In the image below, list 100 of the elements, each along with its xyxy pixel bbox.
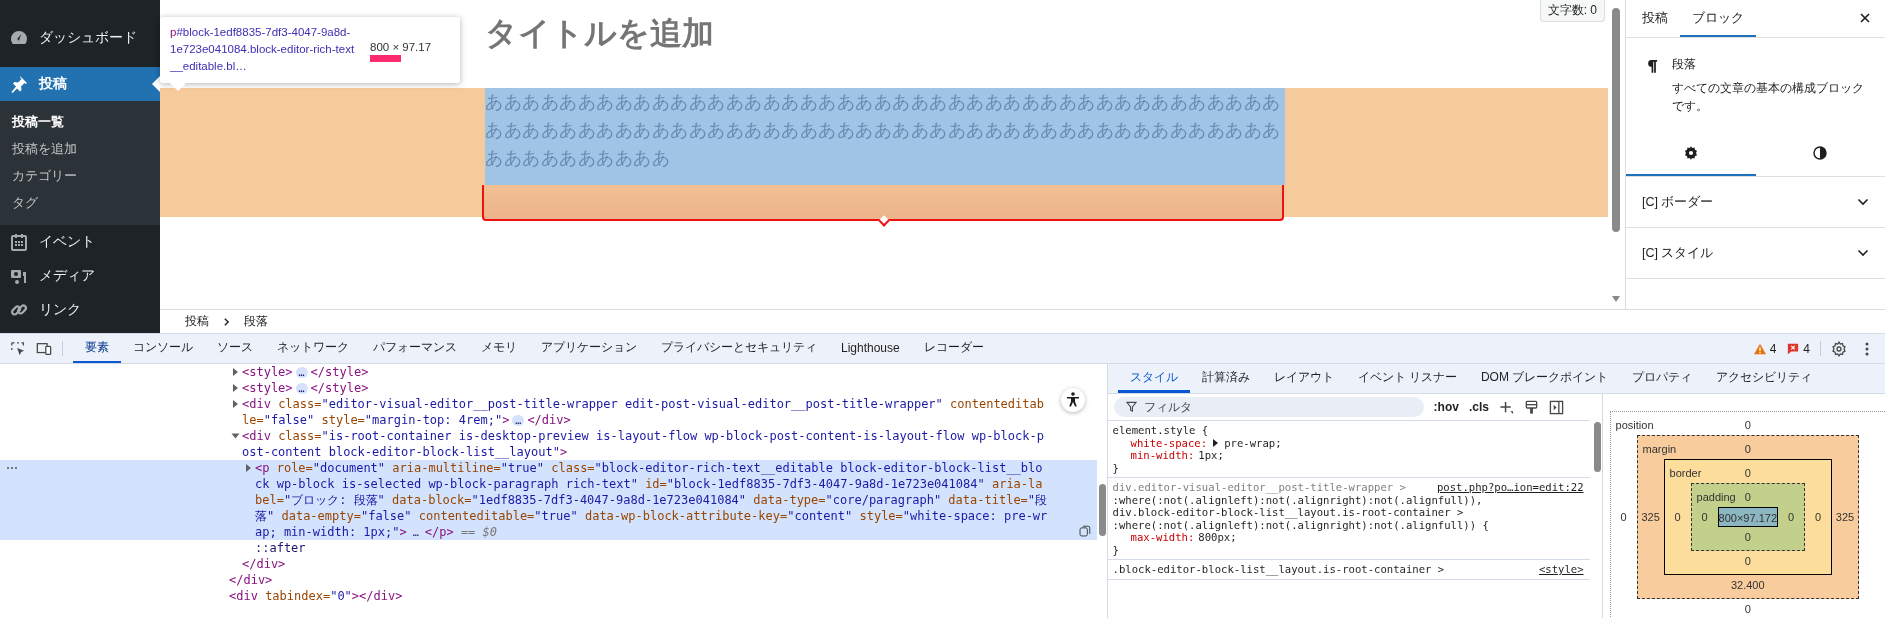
menu-item[interactable]: リンク xyxy=(0,293,160,327)
panel-header[interactable]: [C] スタイル xyxy=(1626,228,1885,279)
styles-pane-tab[interactable]: レイアウト xyxy=(1261,364,1346,393)
breadcrumb-link[interactable]: 投稿 xyxy=(185,313,209,331)
dom-tree-row[interactable]: <style> … </style> xyxy=(0,380,1097,396)
submenu-item[interactable]: カテゴリー xyxy=(0,162,160,189)
html-code: <p role="document" aria-multiline="true" class="block-editor-rich-text__editable block-editor-block-list__block wp-block is-selected wp-block-paragraph rich-text" id="block-1edf8835-7df3-4047-9a8d-1e723e041084" aria-label="ブロック: 段落" data-block="1edf8835-7df3-4047-9a8d-1e723e041084" data-type="core/paragraph" data-title="段落" data-empty="false" contenteditable="true" data-wp-block-attribute-key="content" style="white-space: pre-wrap; min-width: 1px;"> … </p> == $0 xyxy=(255,460,1049,540)
pin-icon xyxy=(9,74,29,94)
copy-icon[interactable] xyxy=(1077,525,1091,538)
devtools-tab[interactable]: メモリ xyxy=(469,334,529,363)
more-options-icon[interactable] xyxy=(1865,340,1869,357)
collapsed-content-button[interactable]: … xyxy=(295,383,308,394)
html-code: </div> xyxy=(229,572,274,588)
element-size: 800 × 97.17 xyxy=(370,41,432,53)
css-value: pre-wrap; xyxy=(1224,436,1282,449)
box-value: 325 xyxy=(1641,511,1660,523)
contrast-bar xyxy=(370,55,401,62)
stylesheet-link[interactable]: <style> xyxy=(1538,563,1584,576)
styles-pane-tab[interactable]: プロパティ xyxy=(1620,364,1705,393)
stylesheet-link[interactable]: post.php?po…ion=edit:22 xyxy=(1436,481,1584,494)
inspect-icon[interactable] xyxy=(10,340,26,357)
menu-label: メディア xyxy=(39,267,95,285)
expand-triangle-icon[interactable] xyxy=(1213,438,1219,447)
devtools-tab[interactable]: 要素 xyxy=(73,334,121,363)
html-code: <div class="is-root-container is-desktop-preview is-layout-flow wp-block-post-content-is-layout-flow wp-block-post-content block-editor-block-list__layout"> xyxy=(242,428,1045,460)
expand-triangle-icon[interactable] xyxy=(233,400,238,408)
menu-item[interactable]: ダッシュボード xyxy=(0,21,160,55)
title-field[interactable]: タイトルを追加 xyxy=(485,8,1285,58)
dom-tree-row[interactable]: </div> xyxy=(0,556,1097,572)
submenu-item[interactable]: タグ xyxy=(0,189,160,216)
more-icon[interactable] xyxy=(6,466,18,470)
dom-tree-row[interactable]: <style> … </style> xyxy=(0,364,1097,380)
box-value: 0 xyxy=(1744,443,1751,455)
collapsed-content-button[interactable]: … xyxy=(512,415,525,426)
menu-item[interactable]: イベント xyxy=(0,225,160,259)
menu-item[interactable]: 投稿 xyxy=(0,67,160,101)
devtools-tab[interactable]: アプリケーション xyxy=(529,334,649,363)
devtools-tab[interactable]: コンソール xyxy=(121,334,205,363)
devtools-tab[interactable]: Lighthouse xyxy=(829,334,912,363)
sidebar-tab[interactable]: 投稿 xyxy=(1630,0,1680,37)
html-code: </div> xyxy=(242,556,287,572)
dom-tree-row[interactable]: ::after xyxy=(0,540,1097,556)
block-name: 段落 xyxy=(1672,56,1697,73)
submenu-item[interactable]: 投稿を追加 xyxy=(0,135,160,162)
filter-icon xyxy=(1125,401,1137,412)
plus-icon[interactable] xyxy=(1498,399,1514,415)
panel-header[interactable]: [C] ボーダー xyxy=(1626,177,1885,228)
menu-item[interactable]: メディア xyxy=(0,259,160,293)
expand-triangle-icon[interactable] xyxy=(233,368,238,376)
box-value: 0 xyxy=(1814,511,1822,523)
collapsed-content-button[interactable]: … xyxy=(295,367,308,378)
box-value: 0 xyxy=(1701,511,1708,523)
box-value: 0 xyxy=(1744,531,1751,543)
content-box: 800×97.172 xyxy=(1717,507,1778,527)
settings-icon[interactable] xyxy=(1831,340,1847,357)
styles-pane-tab[interactable]: スタイル xyxy=(1117,364,1190,393)
expand-triangle-icon[interactable] xyxy=(231,433,240,439)
styles-pane-tab[interactable]: イベント リスナー xyxy=(1345,364,1469,393)
contrast-icon xyxy=(1812,144,1829,161)
menu-label: リンク xyxy=(39,301,81,319)
expand-triangle-icon[interactable] xyxy=(233,384,238,392)
css-value: 1px; xyxy=(1198,449,1224,462)
css-selector: :where(:not(.alignleft):not(.alignright):not(.alignfull)) { xyxy=(1112,518,1490,531)
dom-tree-row[interactable] xyxy=(0,460,1097,540)
box-value: 0 xyxy=(1744,419,1751,431)
warning-count: 4 xyxy=(1769,341,1777,356)
paint-brush-icon[interactable] xyxy=(1523,399,1539,415)
box-label: border xyxy=(1669,466,1702,481)
closing-brace: } xyxy=(1112,543,1120,556)
dom-tree-row[interactable]: <div class="editor-visual-editor__post-title-wrapper edit-post-visual-editor__post-title-wrapper" contenteditable="false" style="margin-top: 4rem;"> … </div> xyxy=(0,396,1097,428)
sidebar-toggle-icon[interactable] xyxy=(1548,399,1564,415)
dom-tree-row[interactable]: <div class="is-root-container is-desktop-preview is-layout-flow wp-block-post-content-is-layout-flow wp-block-post-content block-editor-block-list__layout"> xyxy=(0,428,1097,460)
warning-icon[interactable] xyxy=(1752,342,1767,355)
styles-pane-tab[interactable]: アクセシビリティ xyxy=(1704,364,1825,393)
css-selector: :where(:not(.alignleft):not(.alignright):not(.alignfull)), xyxy=(1112,493,1484,506)
device-icon[interactable] xyxy=(36,340,52,357)
submenu-item[interactable]: 投稿一覧 xyxy=(0,108,160,135)
styles-pane-tab[interactable]: DOM ブレークポイント xyxy=(1468,364,1621,393)
sidebar-tab[interactable]: ブロック xyxy=(1680,0,1756,37)
box-label: padding xyxy=(1696,490,1736,505)
html-code: <div tabindex="0"></div> xyxy=(229,588,404,604)
css-property: white-space: xyxy=(1130,436,1208,449)
css-selector: div.block-editor-block-list__layout.is-root-container > xyxy=(1112,506,1465,519)
box-value: 0 xyxy=(1787,511,1795,523)
devtools-tab[interactable]: レコーダー xyxy=(911,334,996,363)
dom-tree-row[interactable]: <div tabindex="0"></div> xyxy=(0,588,1097,604)
filter-field[interactable]: フィルタ xyxy=(1113,397,1424,417)
toggle-button[interactable]: :hov xyxy=(1433,400,1459,414)
devtools-tab[interactable]: プライバシーとセキュリティ xyxy=(649,334,829,363)
toggle-button[interactable]: .cls xyxy=(1468,400,1489,414)
devtools-tab[interactable]: パフォーマンス xyxy=(361,334,469,363)
close-icon[interactable] xyxy=(1859,12,1871,24)
box-label: margin xyxy=(1642,442,1677,457)
error-icon[interactable] xyxy=(1786,342,1801,355)
styles-pane-tab[interactable]: 計算済み xyxy=(1189,364,1262,393)
devtools-tab[interactable]: ネットワーク xyxy=(265,334,361,363)
html-code: <style> … </style> xyxy=(242,380,370,396)
dom-tree-row[interactable]: </div> xyxy=(0,572,1097,588)
breadcrumb-link[interactable]: 段落 xyxy=(244,313,268,331)
devtools-tab[interactable]: ソース xyxy=(205,334,265,363)
